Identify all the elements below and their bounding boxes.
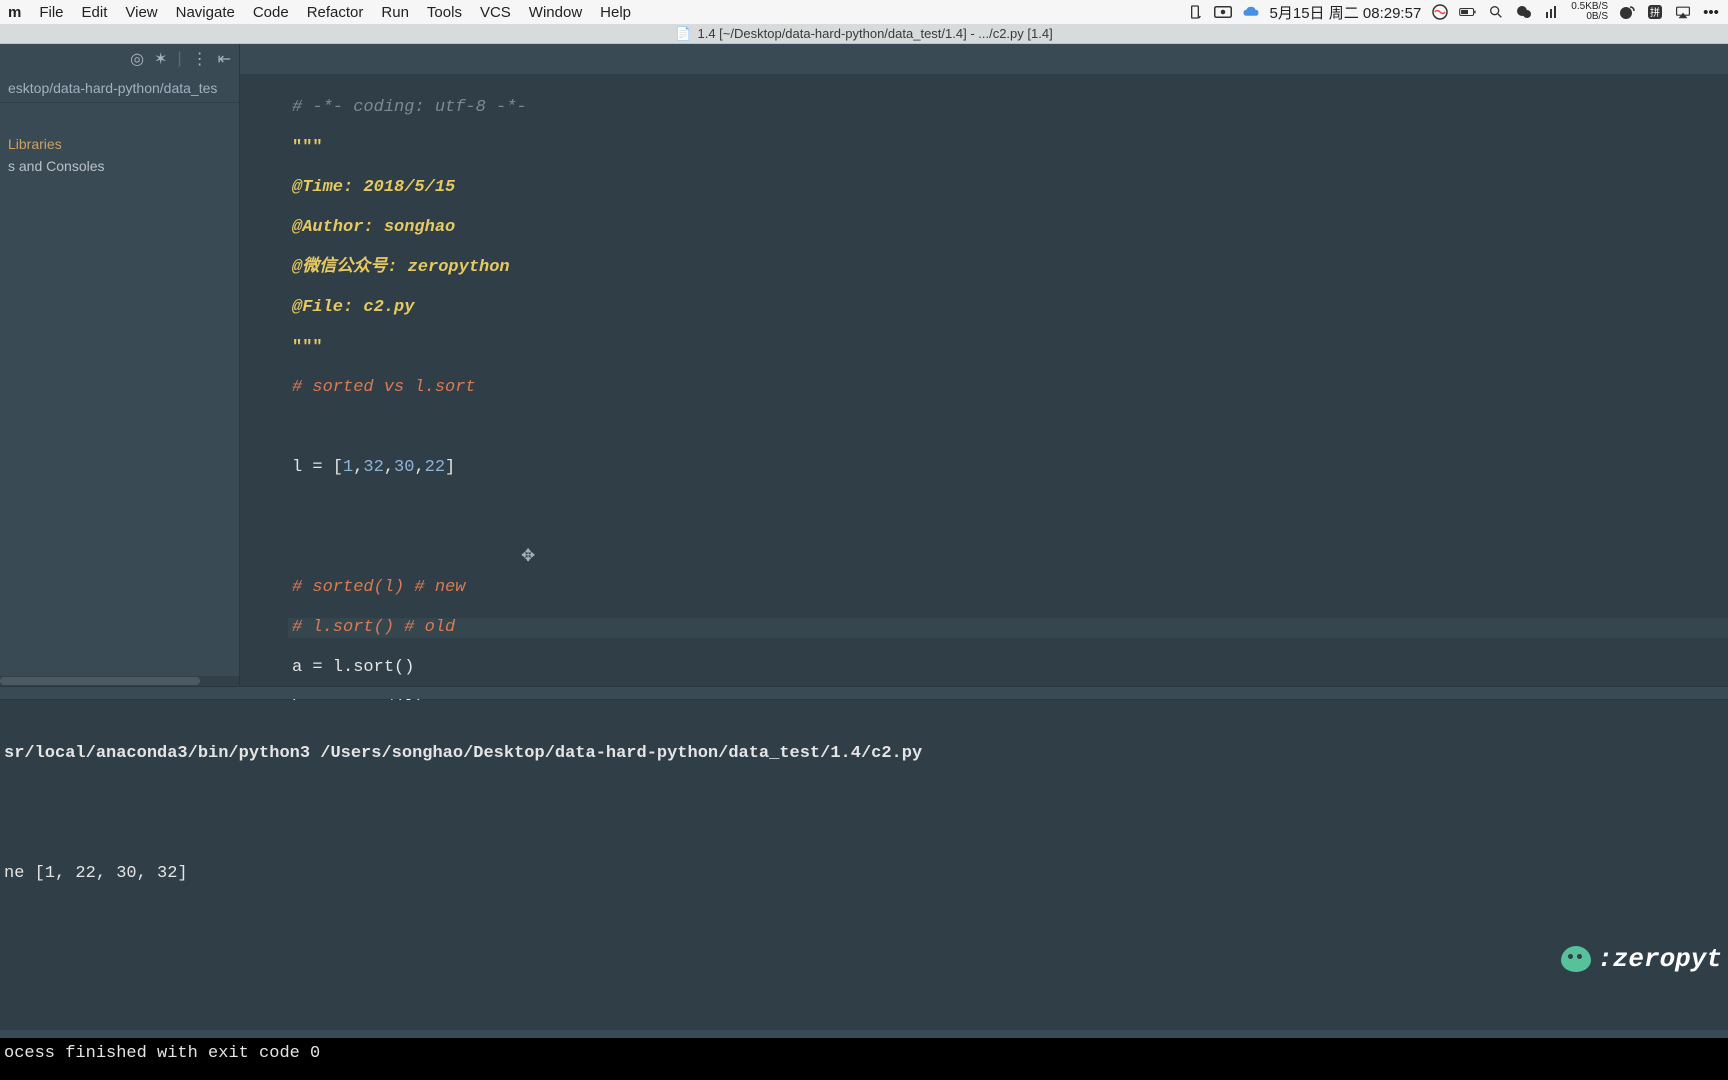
move-cursor-icon: ✥ [521,546,535,566]
editor-gutter[interactable] [240,74,288,686]
menubar-right: 5月15日 周二 08:29:57 0.5KB/S0B/S 拼 ••• [1186,2,1720,23]
menu-edit[interactable]: Edit [82,4,108,21]
code-line: """ [292,338,323,357]
menu-extra-icon[interactable]: ••• [1702,3,1720,21]
app-name[interactable]: m [8,4,21,21]
weibo-icon[interactable] [1618,3,1636,21]
input-method-icon[interactable]: 拼 [1646,3,1664,21]
code-line-highlighted: # l.sort() # old [292,618,455,637]
code-editor[interactable]: # -*- coding: utf-8 -*- """ @Time: 2018/… [240,74,1728,686]
battery-icon[interactable] [1459,3,1477,21]
console-exit: ocess finished with exit code 0 [0,1044,1728,1066]
tablet-icon[interactable] [1186,3,1204,21]
hide-panel-icon[interactable]: ⇤ [218,49,231,69]
menu-refactor[interactable]: Refactor [307,4,364,21]
menu-tools[interactable]: Tools [427,4,462,21]
code-line: l = [1,32,30,22] [292,458,1728,478]
code-line: @Time: 2018/5/15 [292,178,455,197]
wechat-icon [1561,946,1591,972]
code-content[interactable]: # -*- coding: utf-8 -*- """ @Time: 2018/… [240,74,1728,798]
cloud-icon[interactable] [1242,3,1260,21]
stats-icon[interactable] [1543,3,1561,21]
airplay-icon[interactable] [1674,3,1692,21]
ide-toolbar-strip: ◎ ✶ | ⋮ ⇤ [0,44,1728,74]
menu-run[interactable]: Run [381,4,409,21]
ide-main: esktop/data-hard-python/data_tes Librari… [0,74,1728,1038]
code-line: @微信公众号: zeropython [292,258,510,277]
menu-window[interactable]: Window [529,4,582,21]
code-line: """ [292,138,323,157]
project-sidebar[interactable]: esktop/data-hard-python/data_tes Librari… [0,74,240,686]
tree-item-libraries[interactable]: Libraries [0,133,239,155]
divider: | [177,50,181,68]
code-line: @Author: songhao [292,218,455,237]
record-icon[interactable] [1214,3,1232,21]
code-line: a = l.sort() [292,658,1728,678]
scrollbar-thumb[interactable] [0,677,200,685]
menu-view[interactable]: View [125,4,157,21]
window-titlebar: 📄 1.4 [~/Desktop/data-hard-python/data_t… [0,24,1728,44]
menu-vcs[interactable]: VCS [480,4,511,21]
net-speed: 0.5KB/S0B/S [1571,2,1608,22]
menubar-left: m File Edit View Navigate Code Refactor … [8,4,631,21]
code-line: @File: c2.py [292,298,414,317]
console-output: ne [1, 22, 30, 32] [0,864,1728,886]
code-line: # -*- coding: utf-8 -*- [292,98,527,117]
menu-file[interactable]: File [39,4,63,21]
menu-navigate[interactable]: Navigate [176,4,235,21]
project-path: esktop/data-hard-python/data_tes [0,74,239,103]
project-tool-header: ◎ ✶ | ⋮ ⇤ [0,44,240,74]
siri-icon[interactable] [1431,3,1449,21]
mac-menubar: m File Edit View Navigate Code Refactor … [0,0,1728,24]
watermark: :zeropyt [1561,944,1722,974]
run-console[interactable]: sr/local/anaconda3/bin/python3 /Users/so… [0,700,1728,1030]
menu-code[interactable]: Code [253,4,289,21]
locate-icon[interactable]: ◎ [130,49,144,69]
menu-help[interactable]: Help [600,4,631,21]
tree-item-consoles[interactable]: s and Consoles [0,155,239,177]
window-title-text: 1.4 [~/Desktop/data-hard-python/data_tes… [698,26,1053,41]
svg-text:拼: 拼 [1650,6,1660,19]
watermark-text: :zeropyt [1597,944,1722,974]
search-icon[interactable] [1487,3,1505,21]
project-tree[interactable]: Libraries s and Consoles [0,103,239,676]
code-line: # sorted vs l.sort [292,378,476,397]
sidebar-h-scrollbar[interactable] [0,676,239,686]
menubar-datetime[interactable]: 5月15日 周二 08:29:57 [1270,2,1422,23]
code-line: # sorted(l) # new [292,578,465,597]
wechat-status-icon[interactable] [1515,3,1533,21]
console-command: sr/local/anaconda3/bin/python3 /Users/so… [0,744,1728,766]
settings-icon[interactable]: ⋮ [192,49,208,69]
collapse-icon[interactable]: ✶ [154,49,167,69]
